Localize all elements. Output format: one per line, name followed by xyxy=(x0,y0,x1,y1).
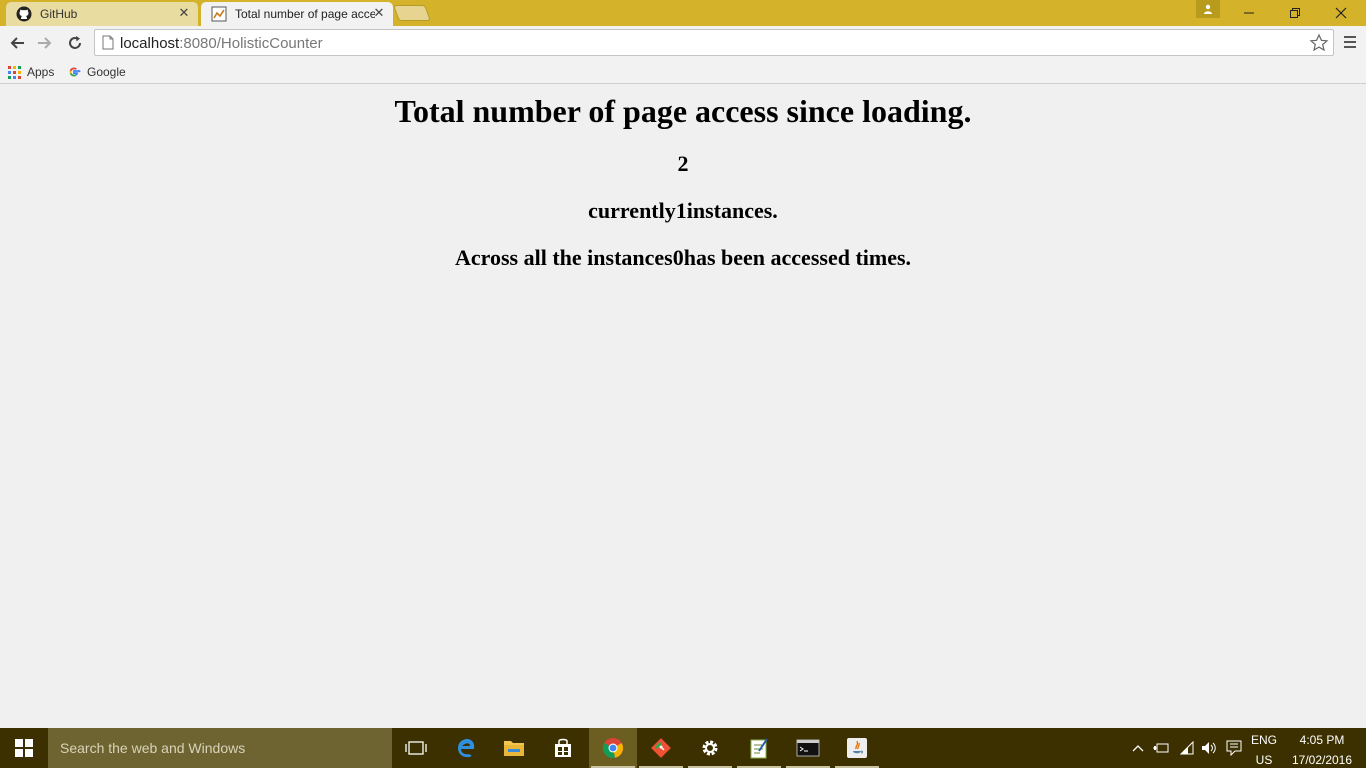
tab-label: GitHub xyxy=(40,7,78,21)
store-icon xyxy=(555,738,571,757)
arrow-right-icon xyxy=(38,37,52,49)
tab-github[interactable]: GitHub ✕ xyxy=(6,2,198,26)
wifi-icon xyxy=(1179,741,1194,755)
page-content: Total number of page access since loadin… xyxy=(0,85,1366,728)
power-tray-icon[interactable] xyxy=(1150,728,1172,768)
bookmark-label: Google xyxy=(87,65,126,79)
language-region: US xyxy=(1255,753,1273,767)
reload-button[interactable] xyxy=(63,31,87,55)
notepad-app[interactable] xyxy=(735,728,783,768)
terminal-icon xyxy=(796,739,820,757)
page-favicon-icon xyxy=(211,6,227,22)
arrow-left-icon xyxy=(10,37,24,49)
google-icon xyxy=(69,67,81,77)
tab-holistic-counter[interactable]: Total number of page access since loadin… xyxy=(201,2,393,26)
access-count: 2 xyxy=(677,151,689,176)
minimize-button[interactable] xyxy=(1226,0,1272,26)
java-app[interactable] xyxy=(833,728,881,768)
network-tray-icon[interactable] xyxy=(1176,728,1198,768)
close-icon[interactable]: ✕ xyxy=(373,5,385,21)
url-text: localhost:8080/HolisticCounter xyxy=(120,35,323,52)
volume-tray-icon[interactable] xyxy=(1198,728,1220,768)
url-path: :8080/HolisticCounter xyxy=(179,35,323,52)
across-instances-line: Across all the instances0has been access… xyxy=(454,245,912,270)
browser-toolbar: localhost:8080/HolisticCounter xyxy=(0,26,1366,60)
gear-icon xyxy=(702,740,718,756)
taskbar: Search the web and Windows ENG US 4:05 P… xyxy=(0,728,1366,768)
edge-icon xyxy=(458,739,475,758)
bookmarks-bar: Apps Google xyxy=(0,60,1366,84)
restore-button[interactable] xyxy=(1272,0,1318,26)
apps-grid-icon xyxy=(8,65,21,79)
clock-date: 17/02/2016 xyxy=(1291,753,1353,767)
bookmark-apps[interactable]: Apps xyxy=(8,63,54,81)
chrome-app[interactable] xyxy=(589,728,637,768)
bookmark-label: Apps xyxy=(27,65,55,79)
task-view-button[interactable] xyxy=(392,728,440,768)
action-center-button[interactable] xyxy=(1222,728,1246,768)
chevron-up-icon xyxy=(1132,745,1144,752)
language-code: ENG xyxy=(1250,733,1277,747)
tab-label: Total number of page access since loadin… xyxy=(235,7,375,21)
new-tab-button[interactable] xyxy=(393,5,431,21)
close-window-button[interactable] xyxy=(1318,0,1364,26)
task-view-icon xyxy=(405,741,427,755)
java-icon xyxy=(847,738,867,758)
file-explorer-app[interactable] xyxy=(490,728,538,768)
title-bar: GitHub ✕ Total number of page access sin… xyxy=(0,0,1366,26)
clock-time: 4:05 PM xyxy=(1299,733,1345,747)
forward-button[interactable] xyxy=(33,31,57,55)
bookmark-star-icon[interactable] xyxy=(1309,33,1329,58)
bookmark-google[interactable]: Google xyxy=(67,63,126,81)
speaker-icon xyxy=(1202,742,1216,754)
back-button[interactable] xyxy=(5,31,29,55)
profile-icon[interactable] xyxy=(1196,0,1220,18)
input-language[interactable]: ENG US xyxy=(1248,732,1280,768)
settings-app[interactable] xyxy=(686,728,734,768)
store-app[interactable] xyxy=(539,728,587,768)
url-host: localhost xyxy=(120,35,180,52)
reload-icon xyxy=(69,36,81,49)
edge-app[interactable] xyxy=(442,728,490,768)
windows-logo-icon xyxy=(15,739,33,757)
battery-plug-icon xyxy=(1153,743,1169,753)
git-app[interactable] xyxy=(637,728,685,768)
start-button[interactable] xyxy=(0,728,48,768)
folder-icon xyxy=(504,741,524,756)
menu-icon[interactable] xyxy=(1340,32,1360,54)
terminal-app[interactable] xyxy=(784,728,832,768)
git-icon xyxy=(651,738,671,758)
taskbar-search-input[interactable]: Search the web and Windows xyxy=(48,728,392,768)
github-icon xyxy=(16,6,32,22)
notification-icon xyxy=(1226,740,1242,756)
close-icon[interactable]: ✕ xyxy=(178,5,190,21)
clock[interactable]: 4:05 PM 17/02/2016 xyxy=(1286,732,1358,768)
show-hidden-icons-button[interactable] xyxy=(1128,728,1148,768)
instances-line: currently1instances. xyxy=(588,198,778,223)
notepad-icon xyxy=(750,738,768,759)
address-bar[interactable]: localhost:8080/HolisticCounter xyxy=(94,29,1334,56)
page-icon xyxy=(102,35,114,55)
page-heading: Total number of page access since loadin… xyxy=(394,93,972,129)
chrome-icon xyxy=(602,738,624,759)
